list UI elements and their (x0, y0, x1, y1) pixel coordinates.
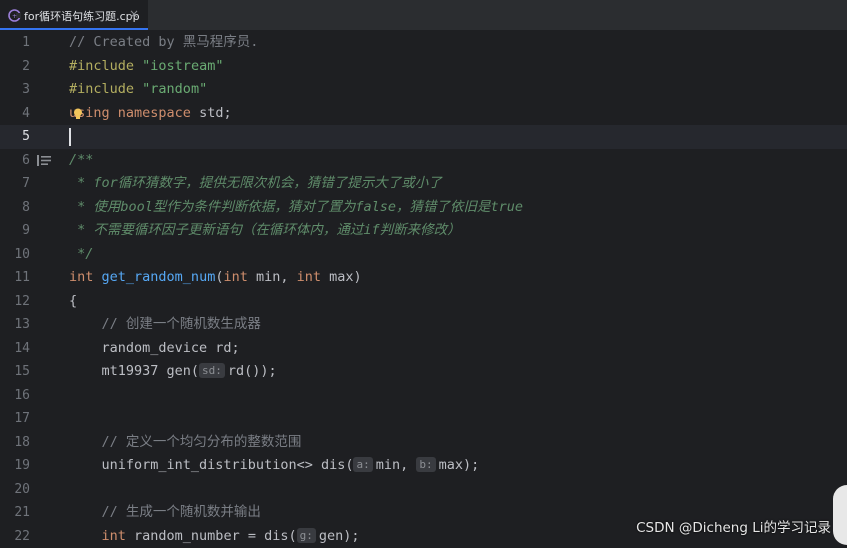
code-line: 15 mt19937 gen(sd:rd()); (0, 360, 847, 384)
code-line: 3 #include "random" (0, 78, 847, 102)
code-text: */ (69, 243, 93, 267)
line-number: 14 (0, 337, 30, 361)
line-number: 21 (0, 501, 30, 525)
active-tab-indicator (0, 28, 148, 30)
code-text: mt19937 gen(sd:rd()); (69, 360, 277, 384)
code-line: 4 using namespace std; (0, 102, 847, 126)
line-number: 9 (0, 219, 30, 243)
code-text: int random_number = dis(g:gen); (69, 525, 359, 548)
window-corner (833, 485, 847, 545)
code-line: 11 int get_random_num(int min, int max) (0, 266, 847, 290)
svg-text:+: + (12, 13, 17, 20)
code-line: 19 uniform_int_distribution<> dis(a:min,… (0, 454, 847, 478)
line-number: 2 (0, 55, 30, 79)
tab-title: for循环语句练习题.cpp (24, 8, 140, 24)
code-line: 1 // Created by 黑马程序员. (0, 31, 847, 55)
editor-tab-bar: + for循环语句练习题.cpp × (0, 0, 847, 31)
code-text: #include "random" (69, 78, 207, 102)
code-text: /** (69, 149, 93, 173)
line-number: 19 (0, 454, 30, 478)
code-text: { (69, 290, 77, 314)
render-doc-icon[interactable] (37, 155, 51, 166)
line-number: 7 (0, 172, 30, 196)
line-number: 12 (0, 290, 30, 314)
line-number: 16 (0, 384, 30, 408)
code-text: // 定义一个均匀分布的整数范围 (69, 431, 301, 455)
code-editor[interactable]: 1 // Created by 黑马程序员. 2 #include "iostr… (0, 31, 847, 545)
code-line: 9 * 不需要循环因子更新语句（在循环体内，通过if判断来修改） (0, 219, 847, 243)
code-line-current: 5 (0, 125, 847, 149)
parameter-hint: a: (353, 457, 372, 472)
text-caret (69, 128, 71, 146)
line-number: 17 (0, 407, 30, 431)
code-line: 20 (0, 478, 847, 502)
code-text: // 创建一个随机数生成器 (69, 313, 261, 337)
code-text: uniform_int_distribution<> dis(a:min, b:… (69, 454, 479, 478)
file-tab[interactable]: + for循环语句练习题.cpp × (0, 0, 148, 30)
code-text: #include "iostream" (69, 55, 223, 79)
code-line: 8 * 使用bool型作为条件判断依据，猜对了置为false，猜错了依旧是tru… (0, 196, 847, 220)
cpp-file-icon: + (8, 9, 21, 22)
code-line: 12 { (0, 290, 847, 314)
close-tab-icon[interactable]: × (129, 7, 139, 21)
line-number: 13 (0, 313, 30, 337)
line-number: 22 (0, 525, 30, 548)
code-text: random_device rd; (69, 337, 240, 361)
line-number: 11 (0, 266, 30, 290)
code-line: 10 */ (0, 243, 847, 267)
code-line: 6 /** (0, 149, 847, 173)
line-number: 4 (0, 102, 30, 126)
code-text: int get_random_num(int min, int max) (69, 266, 362, 290)
code-line: 17 (0, 407, 847, 431)
line-number: 20 (0, 478, 30, 502)
line-number: 8 (0, 196, 30, 220)
parameter-hint: b: (416, 457, 435, 472)
code-text: * 不需要循环因子更新语句（在循环体内，通过if判断来修改） (69, 219, 461, 243)
parameter-hint: sd: (199, 363, 225, 378)
line-number: 18 (0, 431, 30, 455)
code-text: using namespace std; (69, 102, 232, 126)
code-line: 13 // 创建一个随机数生成器 (0, 313, 847, 337)
line-number: 1 (0, 31, 30, 55)
code-line: 7 * for循环猜数字，提供无限次机会，猜错了提示大了或小了 (0, 172, 847, 196)
code-line: 14 random_device rd; (0, 337, 847, 361)
line-number: 10 (0, 243, 30, 267)
line-number: 15 (0, 360, 30, 384)
code-text: // 生成一个随机数并输出 (69, 501, 261, 525)
code-text: // Created by 黑马程序员. (69, 31, 258, 55)
code-text: * 使用bool型作为条件判断依据，猜对了置为false，猜错了依旧是true (69, 196, 523, 220)
watermark-text: CSDN @Dicheng Li的学习记录 (636, 516, 831, 536)
code-text: * for循环猜数字，提供无限次机会，猜错了提示大了或小了 (69, 172, 442, 196)
line-number: 3 (0, 78, 30, 102)
line-number: 6 (0, 149, 30, 173)
lightbulb-icon[interactable] (73, 108, 83, 120)
line-number: 5 (0, 125, 30, 149)
parameter-hint: g: (297, 528, 316, 543)
code-line: 16 (0, 384, 847, 408)
code-line: 2 #include "iostream" (0, 55, 847, 79)
code-line: 18 // 定义一个均匀分布的整数范围 (0, 431, 847, 455)
